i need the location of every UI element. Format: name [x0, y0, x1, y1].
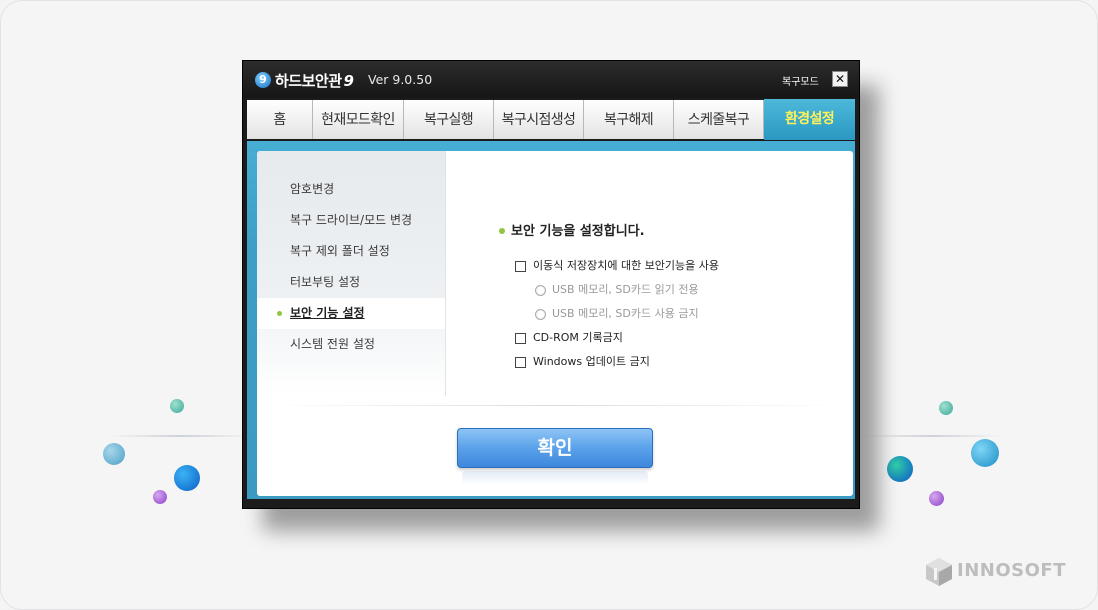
button-reflection: [462, 471, 648, 485]
usb-block-label: USB 메모리, SD카드 사용 금지: [552, 307, 699, 320]
sidebar-item-change-password[interactable]: 암호변경: [257, 174, 445, 205]
decor-dot: [939, 401, 953, 415]
sidebar-item-label: 보안 기능 설정: [290, 306, 365, 320]
sidebar-item-security[interactable]: 보안 기능 설정: [257, 298, 445, 329]
content-area: 암호변경 복구 드라이브/모드 변경 복구 제외 폴더 설정 터보부팅 설정 보…: [247, 141, 855, 499]
decor-dot: [887, 456, 913, 482]
removable-storage-checkbox[interactable]: [515, 261, 526, 272]
app-title: 하드보안관 9: [275, 72, 354, 90]
decor-dot: [170, 399, 184, 413]
removable-storage-label: 이동식 저장장치에 대한 보안기능을 사용: [533, 259, 720, 272]
decor-dot: [929, 491, 944, 506]
brand-name: INNOSOFT: [957, 560, 1066, 581]
divider: [267, 405, 843, 406]
tab-bar: 홈 현재모드확인 복구실행 복구시점생성 복구해제 스케줄복구 환경설정: [247, 99, 855, 141]
tab-scheduled-recovery[interactable]: 스케줄복구: [674, 100, 764, 139]
sidebar-item-recovery-drive-mode[interactable]: 복구 드라이브/모드 변경: [257, 205, 445, 236]
tab-current-mode[interactable]: 현재모드확인: [313, 100, 404, 139]
app-title-number: 9: [343, 72, 354, 90]
tab-home[interactable]: 홈: [247, 100, 313, 139]
usb-block-radio[interactable]: [535, 309, 546, 320]
section-bullet-icon: [499, 228, 505, 234]
sidebar-item-exclude-folder[interactable]: 복구 제외 폴더 설정: [257, 236, 445, 267]
decor-dot: [103, 443, 125, 465]
decor-streak: [111, 435, 251, 437]
title-bar[interactable]: 9 하드보안관 9 Ver 9.0.50 복구모드 ✕: [243, 61, 859, 98]
tab-run-recovery[interactable]: 복구실행: [404, 100, 494, 139]
section-title: 보안 기능을 설정합니다.: [511, 224, 645, 239]
cdrom-write-block-checkbox[interactable]: [515, 333, 526, 344]
tab-settings[interactable]: 환경설정: [764, 99, 855, 140]
cdrom-write-block-label: CD-ROM 기록금지: [533, 331, 623, 344]
innosoft-logo-icon: [926, 558, 952, 586]
usb-read-only-label: USB 메모리, SD카드 읽기 전용: [552, 283, 699, 296]
decor-dot: [174, 465, 200, 491]
background-canvas: 9 하드보안관 9 Ver 9.0.50 복구모드 ✕ 홈 현재모드확인 복구실행…: [0, 0, 1098, 610]
app-logo-icon: 9: [255, 72, 271, 88]
tab-create-restore-point[interactable]: 복구시점생성: [494, 100, 584, 139]
decor-dot: [153, 490, 167, 504]
tab-disable-recovery[interactable]: 복구해제: [584, 100, 674, 139]
active-bullet-icon: [277, 311, 282, 316]
sidebar-item-power[interactable]: 시스템 전원 설정: [257, 329, 445, 360]
close-icon: ✕: [834, 72, 846, 86]
windows-update-block-checkbox[interactable]: [515, 357, 526, 368]
app-window: 9 하드보안관 9 Ver 9.0.50 복구모드 ✕ 홈 현재모드확인 복구실행…: [242, 60, 860, 509]
settings-sidebar: 암호변경 복구 드라이브/모드 변경 복구 제외 폴더 설정 터보부팅 설정 보…: [257, 151, 446, 396]
recovery-mode-button[interactable]: 복구모드: [782, 73, 819, 88]
settings-panel: 암호변경 복구 드라이브/모드 변경 복구 제외 폴더 설정 터보부팅 설정 보…: [257, 151, 853, 496]
sidebar-item-turbo-boot[interactable]: 터보부팅 설정: [257, 267, 445, 298]
brand-logo: INNOSOFT: [925, 557, 1075, 587]
confirm-button[interactable]: 확인: [457, 428, 653, 468]
decor-streak: [861, 435, 1001, 437]
app-version: Ver 9.0.50: [368, 72, 433, 87]
decor-dot: [971, 439, 999, 467]
windows-update-block-label: Windows 업데이트 금지: [533, 355, 650, 368]
close-button[interactable]: ✕: [832, 71, 848, 87]
usb-read-only-radio[interactable]: [535, 285, 546, 296]
